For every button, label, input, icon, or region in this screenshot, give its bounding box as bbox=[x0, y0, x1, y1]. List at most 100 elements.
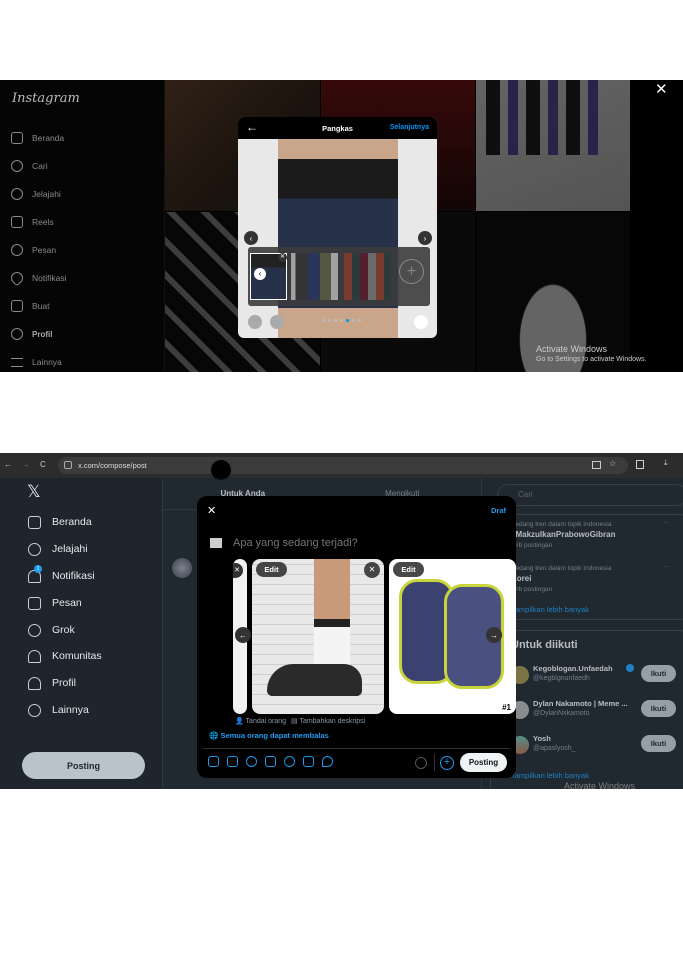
back-icon[interactable]: ← bbox=[4, 460, 12, 469]
location-icon[interactable] bbox=[322, 756, 333, 767]
expand-icon[interactable] bbox=[248, 315, 262, 329]
cursor-blob bbox=[211, 460, 231, 480]
nav-buat[interactable]: Buat bbox=[11, 299, 50, 313]
nav-profil[interactable]: Profil bbox=[28, 675, 76, 691]
nav-label: Profil bbox=[52, 677, 76, 689]
nav-jelajahi[interactable]: Jelajahi bbox=[28, 541, 88, 557]
nav-beranda[interactable]: Beranda bbox=[11, 131, 64, 145]
edit-media-button[interactable]: Edit bbox=[393, 562, 424, 577]
remove-media-icon[interactable]: ✕ bbox=[364, 562, 380, 578]
emoji-icon[interactable] bbox=[284, 756, 295, 767]
zoom-icon[interactable] bbox=[270, 315, 284, 329]
remove-thumb-icon[interactable]: ✕ bbox=[278, 253, 287, 262]
nav-pesan[interactable]: Pesan bbox=[11, 243, 56, 257]
bookmark-star-icon[interactable]: ☆ bbox=[609, 459, 616, 468]
heart-icon bbox=[8, 269, 26, 287]
plus-square-icon bbox=[11, 300, 23, 312]
reload-icon[interactable]: C bbox=[40, 460, 46, 469]
nav-label: Pesan bbox=[32, 245, 57, 255]
nav-grok[interactable]: Grok bbox=[28, 622, 75, 638]
nav-label: Pesan bbox=[52, 597, 82, 609]
nav-notifikasi[interactable]: 1 Notifikasi bbox=[28, 564, 95, 584]
compose-input[interactable]: Apa yang sedang terjadi? bbox=[233, 537, 358, 549]
bell-icon: 1 bbox=[28, 564, 42, 583]
draft-button[interactable]: Draf bbox=[491, 506, 506, 515]
nav-label: Grok bbox=[52, 624, 75, 636]
reply-setting-button[interactable]: 🌐 Semua orang dapat membalas bbox=[209, 731, 329, 740]
install-app-icon[interactable] bbox=[592, 461, 601, 469]
prev-arrow-icon[interactable]: ‹ bbox=[244, 231, 258, 245]
nav-profil[interactable]: Profil bbox=[11, 327, 52, 341]
x-logo[interactable]: 𝕏 bbox=[27, 482, 41, 502]
forward-icon[interactable]: → bbox=[22, 460, 30, 469]
poll-icon[interactable] bbox=[265, 756, 276, 767]
post-submit-button[interactable]: Posting bbox=[460, 753, 507, 772]
nav-label: Notifikasi bbox=[52, 570, 95, 582]
next-button[interactable]: Selanjutnya bbox=[390, 124, 429, 131]
gif-icon[interactable] bbox=[227, 756, 238, 767]
nav-notifikasi[interactable]: Notifikasi bbox=[8, 269, 67, 287]
nav-lainnya[interactable]: Lainnya bbox=[11, 355, 62, 369]
add-description-label: Tambahkan deskripsi bbox=[299, 718, 366, 725]
nav-label: Beranda bbox=[32, 133, 65, 143]
tag-people-button[interactable]: 👤 Tandai orang bbox=[235, 717, 286, 725]
search-icon bbox=[28, 542, 41, 556]
reply-setting-label: Semua orang dapat membalas bbox=[220, 731, 329, 740]
messenger-icon bbox=[11, 244, 23, 256]
thumb-2[interactable] bbox=[291, 253, 338, 300]
nav-jelajahi[interactable]: Jelajahi bbox=[11, 187, 61, 201]
crop-photo[interactable] bbox=[278, 139, 398, 338]
slide-dots bbox=[322, 319, 361, 322]
grok-icon[interactable] bbox=[246, 756, 257, 767]
posting-button[interactable]: Posting bbox=[22, 752, 145, 779]
close-icon[interactable]: ✕ bbox=[207, 504, 216, 517]
nav-label: Notifikasi bbox=[32, 273, 67, 283]
schedule-icon[interactable] bbox=[303, 756, 314, 767]
edit-media-button[interactable]: Edit bbox=[256, 562, 287, 577]
notification-badge: 1 bbox=[34, 564, 42, 573]
site-info-icon[interactable] bbox=[64, 461, 72, 469]
nav-reels[interactable]: Reels bbox=[11, 215, 54, 229]
nav-label: Beranda bbox=[52, 516, 92, 528]
mail-icon bbox=[28, 596, 41, 610]
nav-komunitas[interactable]: Komunitas bbox=[28, 648, 102, 664]
nav-label: Jelajahi bbox=[32, 189, 61, 199]
scroll-right-arrow-icon[interactable]: → bbox=[486, 627, 502, 643]
gallery-icon[interactable] bbox=[414, 315, 428, 329]
back-arrow-icon[interactable]: ← bbox=[246, 120, 258, 134]
media-icon[interactable] bbox=[208, 756, 219, 767]
nav-label: Buat bbox=[32, 301, 50, 311]
media-preview-shoe[interactable]: Edit ✕ bbox=[252, 559, 384, 714]
add-post-button[interactable]: + bbox=[440, 756, 454, 770]
nav-pesan[interactable]: Pesan bbox=[28, 595, 82, 611]
nav-label: Komunitas bbox=[52, 650, 102, 662]
add-media-button[interactable]: + bbox=[399, 259, 424, 284]
scroll-left-arrow-icon[interactable]: ← bbox=[235, 627, 251, 643]
x-screenshot: ← → C x.com/compose/post ☆ ⤓ 𝕏 Beranda J… bbox=[0, 453, 683, 789]
next-arrow-icon[interactable]: › bbox=[418, 231, 432, 245]
avatar-icon bbox=[11, 328, 23, 340]
extensions-icon[interactable] bbox=[636, 460, 644, 469]
nav-cari[interactable]: Cari bbox=[11, 159, 48, 173]
nav-label: Reels bbox=[32, 217, 54, 227]
media-strip: ✕ ‹ + bbox=[248, 247, 430, 306]
instagram-sidebar: Instagram Beranda Cari Jelajahi Reels Pe… bbox=[0, 80, 165, 372]
download-icon[interactable]: ⤓ bbox=[664, 458, 668, 468]
modal-title: Pangkas bbox=[322, 123, 353, 133]
compose-modal: ✕ Draf Apa yang sedang terjadi? ✕ Edit ✕… bbox=[197, 496, 516, 778]
address-bar[interactable]: x.com/compose/post bbox=[58, 457, 628, 474]
tag-people-label: Tandai orang bbox=[245, 718, 287, 725]
thumb-3[interactable] bbox=[344, 253, 391, 300]
community-icon bbox=[28, 649, 41, 663]
nav-label: Profil bbox=[32, 329, 53, 339]
more-icon bbox=[28, 703, 41, 717]
drag-thumb-icon[interactable]: ‹ bbox=[254, 268, 266, 280]
close-icon[interactable]: ✕ bbox=[655, 80, 668, 98]
nav-label: Lainnya bbox=[52, 704, 89, 716]
nav-beranda[interactable]: Beranda bbox=[28, 514, 92, 530]
divider bbox=[203, 748, 510, 749]
nav-lainnya[interactable]: Lainnya bbox=[28, 702, 89, 718]
add-description-button[interactable]: ▤ Tambahkan deskripsi bbox=[291, 717, 365, 725]
reels-icon bbox=[11, 216, 23, 228]
nav-label: Lainnya bbox=[32, 357, 62, 367]
